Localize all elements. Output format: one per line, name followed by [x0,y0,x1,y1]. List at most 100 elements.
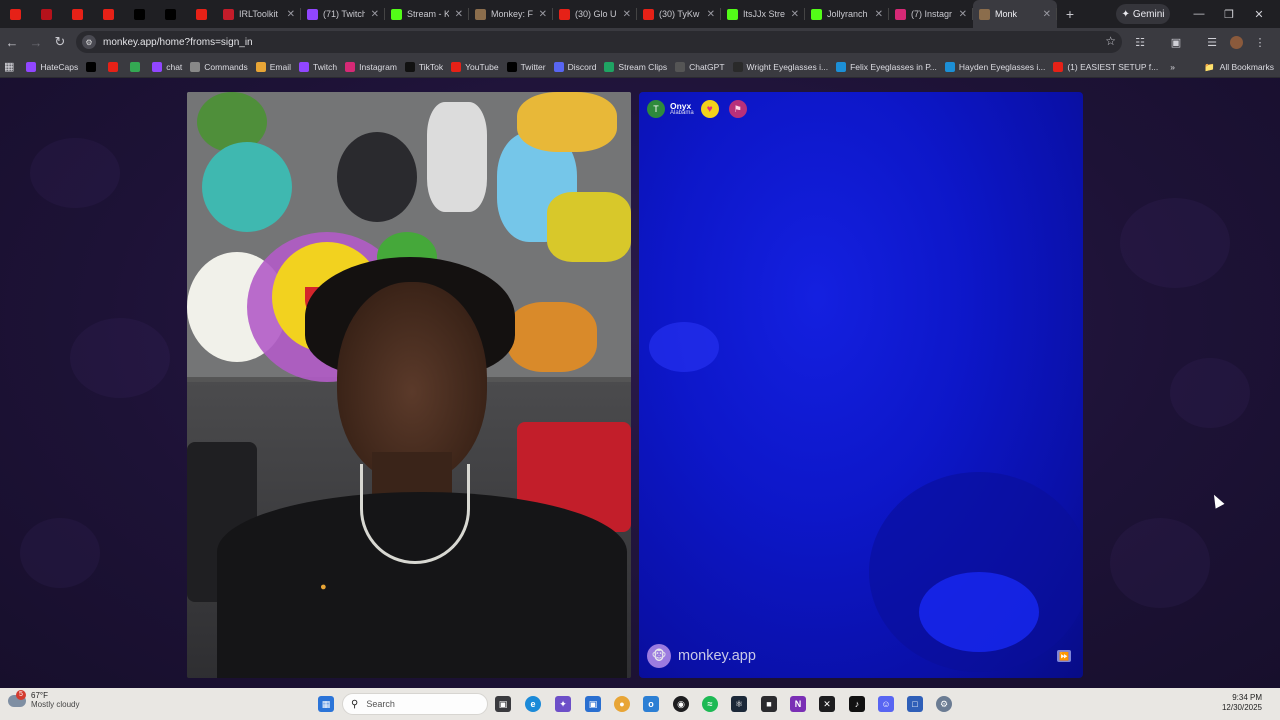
restore-window-button[interactable]: ❐ [1214,0,1244,28]
bookmark-item[interactable]: Felix Eyeglasses in P... [832,56,941,78]
bookmark-item[interactable]: Discord [550,56,601,78]
bookmark-item[interactable]: Commands [186,56,251,78]
settings-gear-icon[interactable]: ⚙ [936,696,952,712]
onenote-icon[interactable]: N [790,696,806,712]
system-clock[interactable]: 9:34 PM 12/30/2025 [1222,693,1262,713]
browser-tab[interactable]: (30) TyKw ✕ [637,0,721,28]
apps-grid-icon[interactable]: ▦ [0,56,22,78]
close-tab-icon[interactable]: ✕ [707,9,715,20]
browser-tab[interactable] [0,0,31,28]
more-bookmarks-icon[interactable]: » [1166,56,1179,78]
browser-tab[interactable]: Monk ✕ [973,0,1057,28]
back-button[interactable]: ← [0,30,24,54]
bookmark-item[interactable]: Twitch [295,56,341,78]
browser-tab[interactable]: (71) Twitch ✕ [301,0,385,28]
close-tab-icon[interactable]: ✕ [539,9,547,20]
browser-tab[interactable]: Monkey: F ✕ [469,0,553,28]
media-control-icon[interactable]: ☰ [1201,28,1223,56]
close-tab-icon[interactable]: ✕ [287,9,295,20]
address-bar[interactable]: ⚙ monkey.app/home?froms=sign_in ☆ [76,31,1122,53]
new-tab-button[interactable]: + [1057,6,1083,22]
kick-icon [811,8,822,20]
all-bookmarks-button[interactable]: 📁 All Bookmarks [1204,56,1274,78]
close-tab-icon[interactable]: ✕ [623,9,631,20]
close-tab-icon[interactable]: ✕ [959,9,967,20]
browser-tab[interactable] [93,0,124,28]
browser-tab-strip: IRLToolkit ✕ (71) Twitch ✕ Stream - K ✕ Monkey… [0,0,1280,28]
bookmark-item[interactable]: chat [148,56,186,78]
app-icon[interactable]: ■ [761,696,777,712]
browser-tab[interactable]: ItsJJx Stre ✕ [721,0,805,28]
bookmark-item[interactable] [82,56,104,78]
browser-tab[interactable] [31,0,62,28]
gemini-button[interactable]: ✦ Gemini [1116,4,1170,24]
gift-icon[interactable]: ⚑ [728,100,747,118]
taskbar-search[interactable]: ⚲ Search [342,693,488,715]
reload-button[interactable]: ↻ [48,30,72,54]
bookmark-item[interactable]: Instagram [341,56,401,78]
obs-icon[interactable]: ◉ [673,696,689,712]
split-view-icon[interactable]: ▣ [1165,28,1187,56]
tiktok-icon[interactable]: ♪ [849,696,865,712]
copilot-icon[interactable]: ✦ [555,696,571,712]
close-tab-icon[interactable]: ✕ [371,9,379,20]
skip-icon[interactable]: ⏩ [1057,650,1071,662]
bookmark-item[interactable]: Wright Eyeglasses i... [729,56,833,78]
youtube-icon [1053,61,1064,72]
bookmark-star-icon[interactable]: ☆ [1105,34,1116,48]
close-tab-icon[interactable]: ✕ [875,9,883,20]
bookmark-label: Wright Eyeglasses i... [746,61,829,72]
heart-icon[interactable]: ♥ [700,100,719,118]
browser-tab[interactable]: IRLToolkit ✕ [217,0,301,28]
bookmark-item[interactable] [126,56,148,78]
bookmark-item[interactable]: HateCaps [22,56,82,78]
bookmark-item[interactable]: Email [252,56,295,78]
browser-tab[interactable] [62,0,93,28]
bookmark-item[interactable] [104,56,126,78]
close-tab-icon[interactable]: ✕ [791,9,799,20]
remote-desktop-icon[interactable]: □ [907,696,923,712]
bookmark-label: YouTube [465,61,499,72]
chrome-icon[interactable]: ● [614,696,630,712]
spotify-icon[interactable]: ≈ [702,696,718,712]
shirt-logo: ● [319,580,328,594]
task-view-icon[interactable]: ▣ [495,696,511,712]
discord-icon[interactable]: ☺ [878,696,894,712]
bookmark-item[interactable]: Twitter [503,56,550,78]
forward-button[interactable]: → [24,30,48,54]
bookmark-item[interactable]: Stream Clips [600,56,671,78]
browser-tab[interactable]: Stream - K ✕ [385,0,469,28]
windows-start-icon[interactable]: ▦ [318,696,334,712]
profile-avatar[interactable] [1225,28,1247,56]
browser-menu-icon[interactable]: ⋮ [1249,28,1271,56]
edge-icon[interactable]: e [525,696,541,712]
browser-tab[interactable]: (30) Glo U ✕ [553,0,637,28]
partner-avatar[interactable]: T [647,100,665,118]
background-decoration [70,318,170,398]
bookmark-item[interactable]: TikTok [401,56,447,78]
steam-icon[interactable]: ⚛ [731,696,747,712]
close-window-button[interactable]: ✕ [1244,0,1274,28]
bookmark-item[interactable]: (1) EASIEST SETUP f... [1049,56,1162,78]
bookmark-item[interactable]: Hayden Eyeglasses i... [941,56,1049,78]
store-icon[interactable]: ▣ [585,696,601,712]
browser-tab[interactable] [155,0,186,28]
browser-tab[interactable]: Jollyranch ✕ [805,0,889,28]
minimize-window-button[interactable]: — [1184,0,1214,28]
close-tab-icon[interactable]: ✕ [1043,9,1051,20]
browser-tab[interactable] [186,0,217,28]
browser-tab[interactable]: (7) Instagr ✕ [889,0,973,28]
bookmark-item[interactable]: ChatGPT [671,56,728,78]
bookmark-item[interactable]: YouTube [447,56,502,78]
weather-widget[interactable]: 5 67°F Mostly cloudy [8,689,79,710]
partner-location: Alabama [670,110,694,117]
close-tab-icon[interactable]: ✕ [455,9,463,20]
outlook-icon[interactable]: o [643,696,659,712]
capcut-icon[interactable]: ✕ [819,696,835,712]
site-info-icon[interactable]: ⚙ [82,35,96,49]
bookmark-label: HateCaps [40,61,79,72]
youtube-icon [559,8,570,20]
extensions-icon[interactable]: ☷ [1129,28,1151,56]
browser-tab[interactable] [124,0,155,28]
twitch-icon [307,8,318,20]
